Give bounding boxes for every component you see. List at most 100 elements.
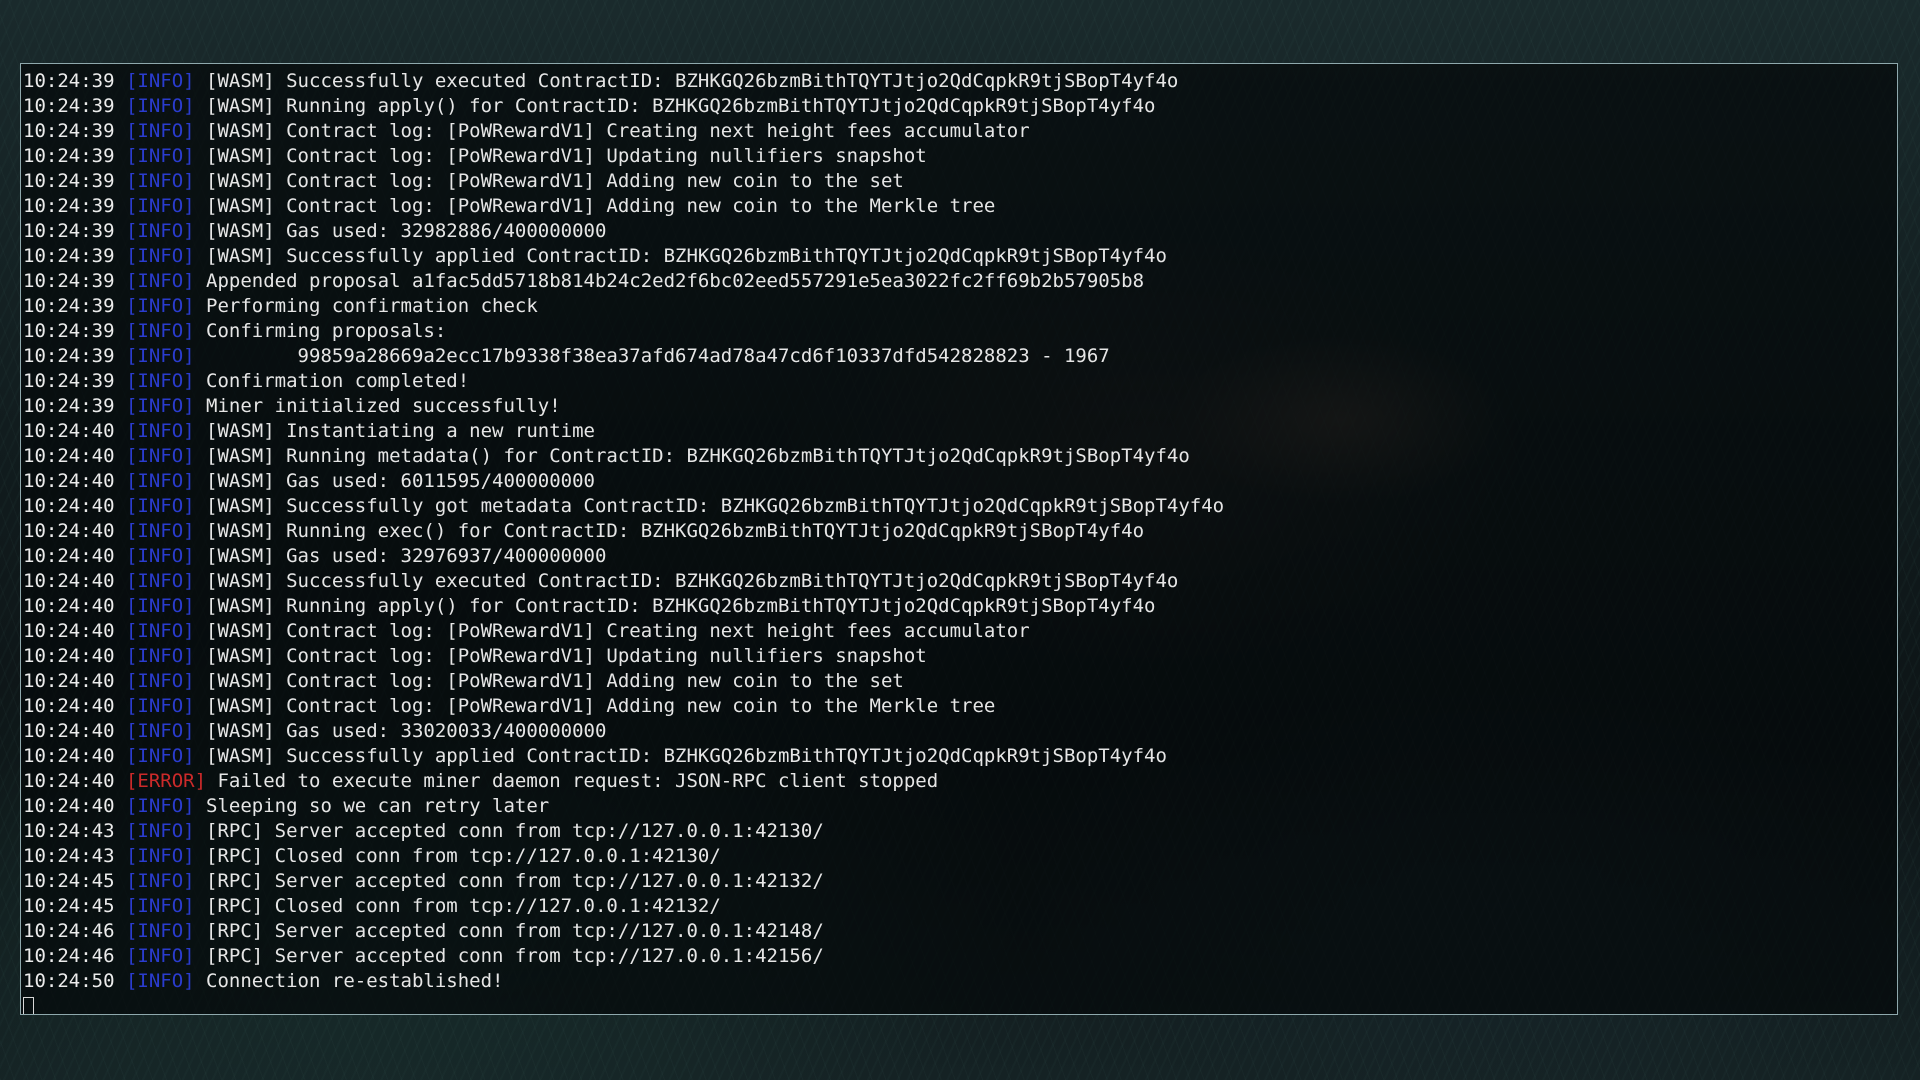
log-level-info: [INFO] bbox=[125, 120, 195, 142]
log-level-info: [INFO] bbox=[125, 720, 195, 742]
terminal-output: 10:24:39 [INFO] [WASM] Successfully exec… bbox=[23, 69, 1893, 1014]
log-line: 10:24:40 [INFO] [WASM] Gas used: 6011595… bbox=[23, 469, 1893, 494]
log-level-info: [INFO] bbox=[125, 295, 195, 317]
log-level-info: [INFO] bbox=[125, 145, 195, 167]
log-timestamp: 10:24:40 bbox=[23, 595, 115, 617]
log-message: [WASM] Instantiating a new runtime bbox=[194, 420, 595, 442]
log-timestamp: 10:24:39 bbox=[23, 270, 115, 292]
log-timestamp: 10:24:40 bbox=[23, 670, 115, 692]
log-line: 10:24:39 [INFO] [WASM] Contract log: [Po… bbox=[23, 119, 1893, 144]
log-message: Connection re-established! bbox=[194, 970, 504, 992]
log-message: [RPC] Server accepted conn from tcp://12… bbox=[194, 870, 824, 892]
log-line: 10:24:39 [INFO] Performing confirmation … bbox=[23, 294, 1893, 319]
log-line: 10:24:46 [INFO] [RPC] Server accepted co… bbox=[23, 919, 1893, 944]
log-line: 10:24:39 [INFO] [WASM] Contract log: [Po… bbox=[23, 144, 1893, 169]
log-level-info: [INFO] bbox=[125, 270, 195, 292]
log-line: 10:24:40 [INFO] [WASM] Contract log: [Po… bbox=[23, 669, 1893, 694]
log-level-info: [INFO] bbox=[125, 970, 195, 992]
log-level-info: [INFO] bbox=[125, 845, 195, 867]
log-level-info: [INFO] bbox=[125, 895, 195, 917]
log-level-info: [INFO] bbox=[125, 495, 195, 517]
log-level-info: [INFO] bbox=[125, 345, 195, 367]
log-level-info: [INFO] bbox=[125, 795, 195, 817]
log-level-info: [INFO] bbox=[125, 445, 195, 467]
log-timestamp: 10:24:39 bbox=[23, 195, 115, 217]
log-line: 10:24:40 [INFO] [WASM] Gas used: 3297693… bbox=[23, 544, 1893, 569]
log-message: [WASM] Gas used: 32976937/400000000 bbox=[194, 545, 607, 567]
log-message: [RPC] Server accepted conn from tcp://12… bbox=[194, 945, 824, 967]
log-level-info: [INFO] bbox=[125, 520, 195, 542]
log-timestamp: 10:24:40 bbox=[23, 570, 115, 592]
log-message: [WASM] Contract log: [PoWRewardV1] Updat… bbox=[194, 645, 927, 667]
log-message: [WASM] Contract log: [PoWRewardV1] Creat… bbox=[194, 120, 1030, 142]
log-message: [RPC] Server accepted conn from tcp://12… bbox=[194, 920, 824, 942]
prompt-line[interactable] bbox=[23, 994, 1893, 1014]
log-line: 10:24:45 [INFO] [RPC] Server accepted co… bbox=[23, 869, 1893, 894]
log-timestamp: 10:24:43 bbox=[23, 820, 115, 842]
log-timestamp: 10:24:40 bbox=[23, 720, 115, 742]
log-line: 10:24:40 [INFO] [WASM] Successfully got … bbox=[23, 494, 1893, 519]
log-level-info: [INFO] bbox=[125, 170, 195, 192]
log-timestamp: 10:24:40 bbox=[23, 645, 115, 667]
log-timestamp: 10:24:46 bbox=[23, 920, 115, 942]
log-timestamp: 10:24:39 bbox=[23, 370, 115, 392]
log-message: Performing confirmation check bbox=[194, 295, 538, 317]
log-message: [WASM] Successfully executed ContractID:… bbox=[194, 570, 1179, 592]
terminal-window[interactable]: 10:24:39 [INFO] [WASM] Successfully exec… bbox=[20, 63, 1898, 1015]
log-line: 10:24:40 [INFO] [WASM] Contract log: [Po… bbox=[23, 694, 1893, 719]
log-line: 10:24:40 [INFO] [WASM] Instantiating a n… bbox=[23, 419, 1893, 444]
log-timestamp: 10:24:39 bbox=[23, 120, 115, 142]
log-line: 10:24:40 [INFO] [WASM] Running apply() f… bbox=[23, 594, 1893, 619]
log-level-info: [INFO] bbox=[125, 570, 195, 592]
log-line: 10:24:40 [INFO] [WASM] Gas used: 3302003… bbox=[23, 719, 1893, 744]
log-message: Confirming proposals: bbox=[194, 320, 447, 342]
log-level-info: [INFO] bbox=[125, 420, 195, 442]
log-message: [WASM] Successfully applied ContractID: … bbox=[194, 745, 1167, 767]
log-message: Appended proposal a1fac5dd5718b814b24c2e… bbox=[194, 270, 1145, 292]
log-level-info: [INFO] bbox=[125, 870, 195, 892]
log-timestamp: 10:24:40 bbox=[23, 495, 115, 517]
log-timestamp: 10:24:50 bbox=[23, 970, 115, 992]
log-level-info: [INFO] bbox=[125, 920, 195, 942]
log-level-info: [INFO] bbox=[125, 370, 195, 392]
log-timestamp: 10:24:43 bbox=[23, 845, 115, 867]
log-level-info: [INFO] bbox=[125, 70, 195, 92]
log-timestamp: 10:24:40 bbox=[23, 795, 115, 817]
log-line: 10:24:39 [INFO] 99859a28669a2ecc17b9338f… bbox=[23, 344, 1893, 369]
log-level-info: [INFO] bbox=[125, 945, 195, 967]
log-timestamp: 10:24:40 bbox=[23, 445, 115, 467]
log-timestamp: 10:24:40 bbox=[23, 470, 115, 492]
log-line: 10:24:39 [INFO] [WASM] Successfully exec… bbox=[23, 69, 1893, 94]
log-message: [WASM] Successfully executed ContractID:… bbox=[194, 70, 1179, 92]
log-line: 10:24:39 [INFO] Appended proposal a1fac5… bbox=[23, 269, 1893, 294]
log-timestamp: 10:24:40 bbox=[23, 745, 115, 767]
log-timestamp: 10:24:40 bbox=[23, 520, 115, 542]
log-message: [WASM] Contract log: [PoWRewardV1] Addin… bbox=[194, 695, 996, 717]
log-timestamp: 10:24:45 bbox=[23, 870, 115, 892]
log-message: [WASM] Running exec() for ContractID: BZ… bbox=[194, 520, 1145, 542]
log-message: [WASM] Contract log: [PoWRewardV1] Addin… bbox=[194, 195, 996, 217]
log-timestamp: 10:24:39 bbox=[23, 395, 115, 417]
log-message: [WASM] Contract log: [PoWRewardV1] Creat… bbox=[194, 620, 1030, 642]
log-level-info: [INFO] bbox=[125, 195, 195, 217]
log-message: [RPC] Closed conn from tcp://127.0.0.1:4… bbox=[194, 845, 721, 867]
log-line: 10:24:39 [INFO] [WASM] Successfully appl… bbox=[23, 244, 1893, 269]
log-message: Confirmation completed! bbox=[194, 370, 470, 392]
log-timestamp: 10:24:39 bbox=[23, 145, 115, 167]
text-cursor bbox=[23, 997, 34, 1014]
log-timestamp: 10:24:46 bbox=[23, 945, 115, 967]
log-line: 10:24:40 [INFO] [WASM] Successfully exec… bbox=[23, 569, 1893, 594]
log-timestamp: 10:24:39 bbox=[23, 245, 115, 267]
log-level-info: [INFO] bbox=[125, 245, 195, 267]
log-message: [WASM] Gas used: 32982886/400000000 bbox=[194, 220, 607, 242]
log-line: 10:24:43 [INFO] [RPC] Server accepted co… bbox=[23, 819, 1893, 844]
log-line: 10:24:40 [ERROR] Failed to execute miner… bbox=[23, 769, 1893, 794]
log-line: 10:24:39 [INFO] Confirmation completed! bbox=[23, 369, 1893, 394]
log-level-info: [INFO] bbox=[125, 820, 195, 842]
log-line: 10:24:43 [INFO] [RPC] Closed conn from t… bbox=[23, 844, 1893, 869]
log-line: 10:24:46 [INFO] [RPC] Server accepted co… bbox=[23, 944, 1893, 969]
log-message: [WASM] Successfully got metadata Contrac… bbox=[194, 495, 1225, 517]
log-message: Failed to execute miner daemon request: … bbox=[206, 770, 939, 792]
log-level-info: [INFO] bbox=[125, 745, 195, 767]
log-level-info: [INFO] bbox=[125, 670, 195, 692]
